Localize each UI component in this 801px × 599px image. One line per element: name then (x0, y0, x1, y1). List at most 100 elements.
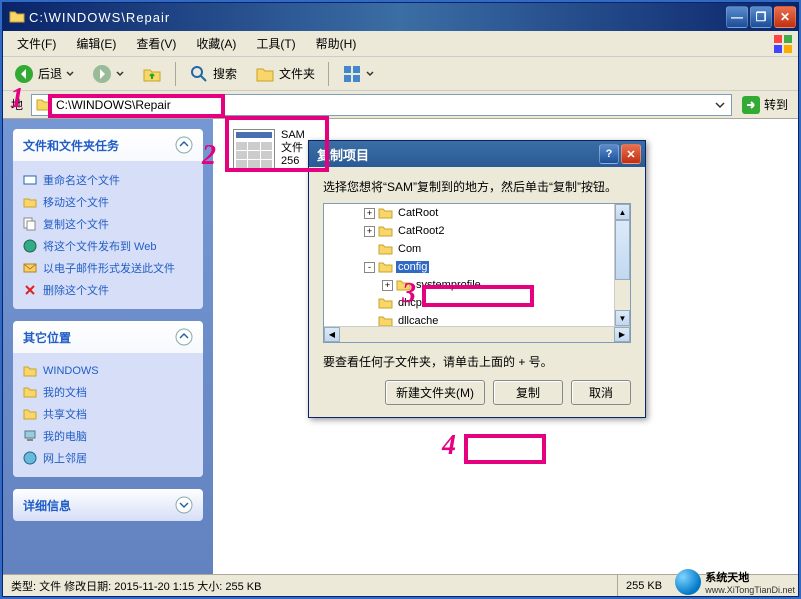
computer-icon (23, 429, 37, 443)
copy-icon (23, 217, 37, 231)
folder-icon (23, 385, 37, 399)
place-label: WINDOWS (43, 365, 99, 377)
task-label: 以电子邮件形式发送此文件 (43, 260, 175, 276)
task-rename[interactable]: 重命名这个文件 (23, 169, 193, 191)
task-label: 重命名这个文件 (43, 172, 120, 188)
details-box: 详细信息 (13, 489, 203, 521)
task-label: 将这个文件发布到 Web (43, 238, 156, 254)
delete-icon (23, 283, 37, 297)
tree-node[interactable]: - config (324, 258, 630, 276)
new-folder-button[interactable]: 新建文件夹(M) (385, 380, 485, 405)
tree-expander[interactable]: + (382, 280, 393, 291)
task-email[interactable]: 以电子邮件形式发送此文件 (23, 257, 193, 279)
dialog-body: 选择您想将“SAM”复制到的地方，然后单击“复制”按钮。 +CatRoot+Ca… (309, 167, 645, 417)
watermark-line1: 系统天地 (705, 569, 795, 585)
annotation-num-3: 3 (402, 278, 416, 310)
file-type: 文件 (281, 142, 305, 155)
tree-node-name: CatRoot2 (396, 225, 446, 237)
task-move[interactable]: 移动这个文件 (23, 191, 193, 213)
windows-flag-icon (772, 33, 794, 55)
tree-node-name: CatRoot (396, 207, 440, 219)
other-places-header[interactable]: 其它位置 (13, 321, 203, 353)
copy-button[interactable]: 复制 (493, 380, 563, 405)
task-publish[interactable]: 将这个文件发布到 Web (23, 235, 193, 257)
globe-icon (675, 569, 701, 595)
dropdown-icon[interactable] (713, 98, 727, 112)
place-windows[interactable]: WINDOWS (23, 361, 193, 381)
views-icon (342, 64, 362, 84)
collapse-icon (175, 328, 193, 346)
dialog-close-button[interactable]: ✕ (621, 144, 641, 164)
task-label: 复制这个文件 (43, 216, 109, 232)
menu-file[interactable]: 文件(F) (7, 32, 66, 55)
place-mydocs[interactable]: 我的文档 (23, 381, 193, 403)
place-shared[interactable]: 共享文档 (23, 403, 193, 425)
details-header[interactable]: 详细信息 (13, 489, 203, 521)
file-icon (233, 129, 275, 171)
menu-view[interactable]: 查看(V) (126, 32, 186, 55)
folder-icon (9, 9, 25, 25)
tree-node[interactable]: Com (324, 240, 630, 258)
address-value: C:\WINDOWS\Repair (56, 98, 171, 112)
file-label: SAM 文件 256 (281, 129, 305, 168)
menu-edit[interactable]: 编辑(E) (66, 32, 126, 55)
place-network[interactable]: 网上邻居 (23, 447, 193, 469)
chevron-down-icon (366, 70, 374, 78)
search-button[interactable]: 搜索 (182, 60, 244, 88)
menu-help[interactable]: 帮助(H) (306, 32, 367, 55)
menu-tools[interactable]: 工具(T) (246, 32, 305, 55)
dialog-title: 复制项目 (317, 145, 597, 164)
task-delete[interactable]: 删除这个文件 (23, 279, 193, 301)
minimize-button[interactable]: — (726, 6, 748, 28)
tree-node-name: systemprofile (414, 279, 483, 291)
cancel-button[interactable]: 取消 (571, 380, 631, 405)
folders-button[interactable]: 文件夹 (248, 60, 322, 88)
watermark-line2: www.XiTongTianDi.net (705, 585, 795, 595)
go-button[interactable]: 转到 (736, 96, 794, 114)
folder-icon (378, 225, 393, 237)
folder-icon (378, 261, 393, 273)
folder-tree[interactable]: +CatRoot+CatRoot2Com-config+systemprofil… (323, 203, 631, 343)
address-field[interactable]: C:\WINDOWS\Repair (31, 94, 732, 116)
file-item-sam[interactable]: SAM 文件 256 (233, 129, 305, 171)
other-places-title: 其它位置 (23, 329, 71, 346)
tree-node[interactable]: dhcp (324, 294, 630, 312)
tree-node-name: config (396, 261, 429, 273)
annotation-num-1: 1 (10, 83, 24, 115)
up-button[interactable] (135, 60, 169, 88)
watermark: 系统天地 www.XiTongTianDi.net (675, 569, 795, 595)
toolbar: 后退 搜索 文件夹 (3, 57, 798, 91)
file-tasks-header[interactable]: 文件和文件夹任务 (13, 129, 203, 161)
tree-scrollbar-v[interactable]: ▲▼ (614, 204, 630, 326)
place-label: 我的电脑 (43, 428, 87, 444)
toolbar-separator (328, 62, 329, 86)
forward-button[interactable] (85, 60, 131, 88)
tasks-sidebar: 文件和文件夹任务 重命名这个文件 移动这个文件 复制这个文件 将这个文件发布到 … (3, 119, 213, 574)
move-icon (23, 195, 37, 209)
address-bar: 地 C:\WINDOWS\Repair 转到 (3, 91, 798, 119)
network-icon (23, 451, 37, 465)
close-button[interactable]: ✕ (774, 6, 796, 28)
tree-expander[interactable]: + (364, 208, 375, 219)
folder-icon (23, 407, 37, 421)
chevron-down-icon (66, 70, 74, 78)
go-icon (742, 96, 760, 114)
maximize-button[interactable]: ❐ (750, 6, 772, 28)
tree-scrollbar-h[interactable]: ◀▶ (324, 326, 630, 342)
tree-expander[interactable]: - (364, 262, 375, 273)
annotation-num-4: 4 (442, 430, 456, 462)
menu-favorites[interactable]: 收藏(A) (186, 32, 246, 55)
place-mycomputer[interactable]: 我的电脑 (23, 425, 193, 447)
other-places-body: WINDOWS 我的文档 共享文档 我的电脑 网上邻居 (13, 353, 203, 477)
folder-icon (36, 97, 52, 113)
annotation-num-2: 2 (202, 140, 216, 172)
folders-label: 文件夹 (279, 65, 315, 82)
tree-expander[interactable]: + (364, 226, 375, 237)
tree-node[interactable]: + systemprofile (324, 276, 630, 294)
views-button[interactable] (335, 60, 381, 88)
tree-node[interactable]: + CatRoot2 (324, 222, 630, 240)
dialog-help-button[interactable]: ? (599, 144, 619, 164)
go-label: 转到 (764, 96, 788, 113)
tree-node[interactable]: + CatRoot (324, 204, 630, 222)
task-copy[interactable]: 复制这个文件 (23, 213, 193, 235)
